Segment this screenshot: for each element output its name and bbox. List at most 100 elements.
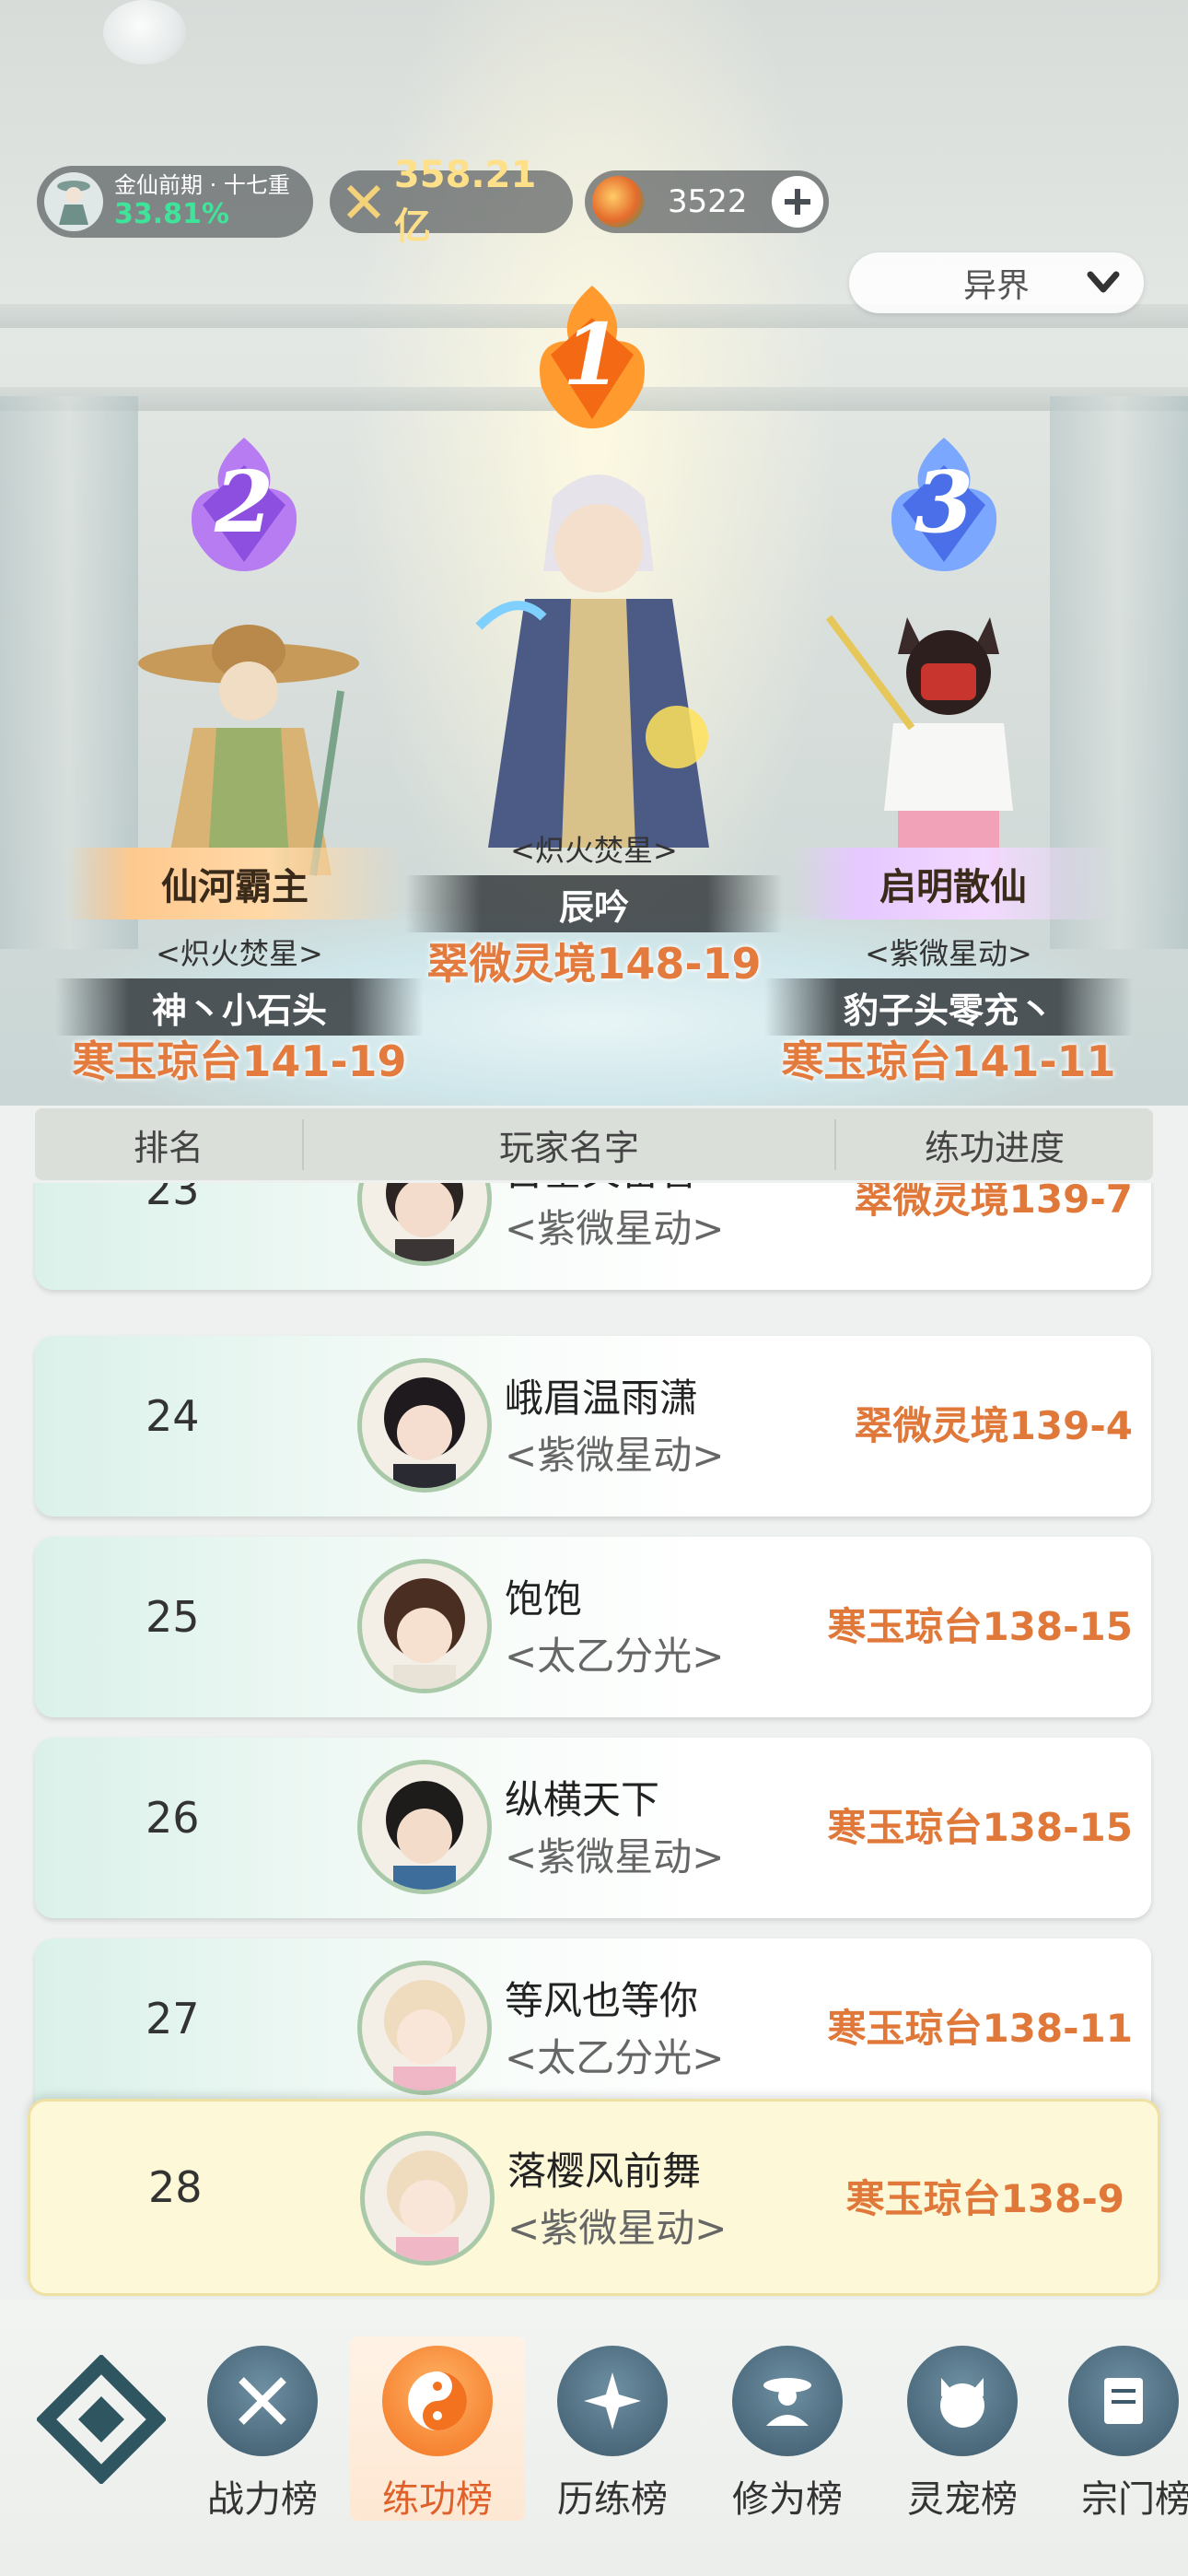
player-sect: <紫微星动> xyxy=(505,1433,725,1478)
yin-yang-icon xyxy=(382,2346,493,2456)
tab-label: 历练榜 xyxy=(557,2478,668,2521)
avatar[interactable] xyxy=(357,1961,492,2095)
row-rank: 25 xyxy=(146,1592,200,1642)
header-player-name: 玩家名字 xyxy=(302,1118,836,1170)
tab-experience[interactable]: 历练榜 xyxy=(525,2336,700,2521)
ranking-list[interactable]: 23 古墓关留香 <紫微星动> 翠微灵境139-7 24 峨眉温雨潇 <紫微星动… xyxy=(0,1183,1188,2300)
player-progress: 翠微灵境139-4 xyxy=(854,1403,1133,1448)
diamond-grid-icon xyxy=(35,2353,168,2486)
player-progress: 翠微灵境139-7 xyxy=(854,1183,1133,1222)
tab-practice[interactable]: 练功榜 xyxy=(350,2336,525,2521)
player-name: 峨眉温雨潇 xyxy=(505,1376,699,1421)
player-progress: 寒玉琼台138-9 xyxy=(845,2176,1124,2221)
combat-power: 358.21亿 xyxy=(330,154,573,248)
player-sect: <紫微星动> xyxy=(507,2206,728,2251)
compass-star-icon xyxy=(557,2346,668,2456)
title-second: 仙河霸主 xyxy=(161,866,309,908)
header-progress: 练功进度 xyxy=(924,1127,1065,1168)
jade-value: 3522 xyxy=(668,183,748,220)
moon-decoration xyxy=(103,0,186,64)
row-rank: 24 xyxy=(146,1391,200,1441)
table-row[interactable]: 26 纵横天下 <紫微星动> 寒玉琼台138-15 xyxy=(35,1738,1151,1918)
player-sect: <太乙分光> xyxy=(505,2035,725,2080)
tab-cultivation[interactable]: 修为榜 xyxy=(700,2336,875,2521)
table-row[interactable]: 25 饱饱 <太乙分光> 寒玉琼台138-15 xyxy=(35,1537,1151,1717)
player-name: 等风也等你 xyxy=(505,1978,699,2023)
player-sect: <紫微星动> xyxy=(505,1206,725,1251)
tab-sect[interactable]: 宗门榜 xyxy=(1050,2336,1188,2521)
chevron-down-icon xyxy=(1087,271,1120,293)
add-jade-button[interactable] xyxy=(772,176,823,228)
avatar[interactable] xyxy=(357,1358,492,1493)
swords-icon xyxy=(207,2346,318,2456)
world-select-value: 异界 xyxy=(962,267,1030,305)
player-name: 古墓关留香 xyxy=(505,1183,698,1197)
realm-avatar xyxy=(44,172,103,231)
avatar[interactable] xyxy=(360,2131,495,2266)
tab-label: 灵宠榜 xyxy=(907,2478,1018,2521)
rank-3-badge: 3 xyxy=(866,424,1022,580)
tab-spirit-pet[interactable]: 灵宠榜 xyxy=(875,2336,1050,2521)
character-third-place[interactable] xyxy=(810,599,1087,884)
player-sect: <太乙分光> xyxy=(505,1633,725,1679)
bottom-nav: 战力榜 练功榜 历练榜 修为榜 灵宠榜 宗门榜 xyxy=(0,2300,1188,2576)
avatar[interactable] xyxy=(357,1183,492,1266)
tab-combat-power[interactable]: 战力榜 xyxy=(175,2336,350,2521)
jade-orb-icon xyxy=(592,176,644,228)
player-name: 落樱风前舞 xyxy=(507,2149,702,2194)
rank-1-badge: 1 xyxy=(514,276,670,433)
header-rank: 排名 xyxy=(133,1127,204,1168)
scroll-icon xyxy=(1068,2346,1179,2456)
meditation-icon xyxy=(732,2346,843,2456)
row-rank: 27 xyxy=(146,1994,200,2043)
rank-2-badge: 2 xyxy=(166,424,322,580)
table-row[interactable]: 23 古墓关留香 <紫微星动> 翠微灵境139-7 xyxy=(35,1183,1151,1290)
avatar[interactable] xyxy=(357,1760,492,1894)
row-rank: 28 xyxy=(148,2162,203,2212)
character-first-place[interactable] xyxy=(460,461,737,848)
second-progress: 寒玉琼台141-19 xyxy=(72,1036,407,1086)
title-plate-third: 启明散仙 xyxy=(792,848,1114,919)
tab-label: 战力榜 xyxy=(207,2478,318,2521)
avatar[interactable] xyxy=(357,1559,492,1693)
player-progress: 寒玉琼台138-15 xyxy=(827,1805,1133,1850)
player-name: 纵横天下 xyxy=(505,1777,660,1822)
third-player-name[interactable]: 豹子头零充丶 xyxy=(764,978,1133,1036)
tab-label: 练功榜 xyxy=(382,2478,493,2521)
cat-icon xyxy=(907,2346,1018,2456)
character-second-place[interactable] xyxy=(129,608,387,884)
table-row[interactable]: 24 峨眉温雨潇 <紫微星动> 翠微灵境139-4 xyxy=(35,1336,1151,1516)
rank-3-number: 3 xyxy=(914,452,973,552)
tab-label: 宗门榜 xyxy=(1081,2478,1188,2521)
third-sect: <紫微星动> xyxy=(865,936,1032,971)
player-sect: <紫微星动> xyxy=(505,1834,725,1879)
crossed-swords-icon xyxy=(341,179,387,225)
my-rank-row[interactable]: 28 落樱风前舞 <紫微星动> 寒玉琼台138-9 xyxy=(28,2099,1160,2296)
table-header: 排名 玩家名字 练功进度 xyxy=(35,1108,1153,1180)
world-select-dropdown[interactable]: 异界 xyxy=(849,252,1144,313)
second-player-name[interactable]: 神丶小石头 xyxy=(55,978,424,1036)
third-progress: 寒玉琼台141-11 xyxy=(781,1036,1116,1086)
rank-2-number: 2 xyxy=(214,452,274,552)
row-rank: 23 xyxy=(146,1183,200,1214)
realm-status[interactable]: 金仙前期 · 十七重 33.81% xyxy=(37,166,313,238)
title-third: 启明散仙 xyxy=(879,866,1027,908)
cultivator-icon xyxy=(57,181,90,225)
first-sect: <炽火焚星> xyxy=(510,833,678,868)
player-name: 饱饱 xyxy=(505,1576,583,1622)
first-progress: 翠微灵境148-19 xyxy=(426,939,762,989)
plus-icon xyxy=(785,189,810,215)
title-plate-second: 仙河霸主 xyxy=(64,848,405,919)
table-row[interactable]: 27 等风也等你 <太乙分光> 寒玉琼台138-11 xyxy=(35,1938,1151,2119)
realm-percent: 33.81% xyxy=(114,197,229,230)
combat-power-value: 358.21亿 xyxy=(393,154,537,248)
player-progress: 寒玉琼台138-11 xyxy=(827,2006,1133,2051)
tab-label: 修为榜 xyxy=(732,2478,843,2521)
second-sect: <炽火焚星> xyxy=(156,936,323,971)
row-rank: 26 xyxy=(146,1793,200,1843)
player-progress: 寒玉琼台138-15 xyxy=(827,1604,1133,1649)
jade-currency: 3522 xyxy=(585,170,829,233)
realm-name: 金仙前期 · 十七重 xyxy=(114,171,290,198)
home-button[interactable] xyxy=(35,2353,168,2486)
first-player-name[interactable]: 辰吟 xyxy=(405,875,783,932)
